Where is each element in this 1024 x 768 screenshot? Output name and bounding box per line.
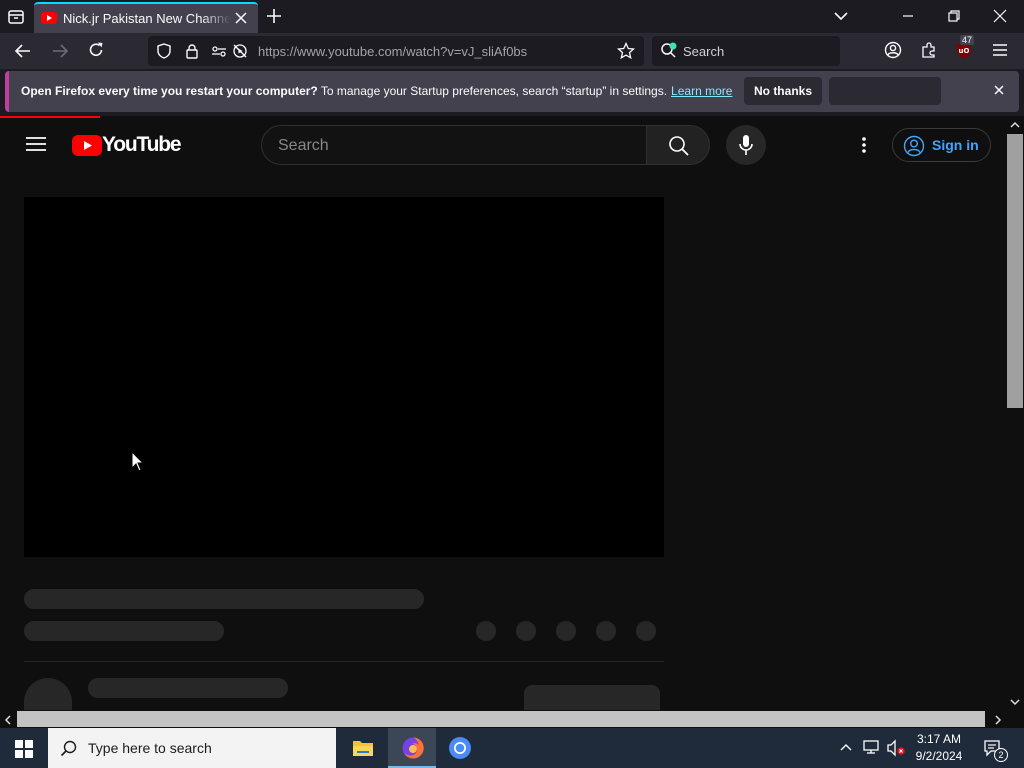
scroll-left-icon[interactable] bbox=[3, 714, 13, 726]
chromium-icon[interactable] bbox=[448, 736, 472, 760]
windows-start-icon[interactable] bbox=[15, 740, 33, 758]
navigation-toolbar: https://www.youtube.com/watch?v=vJ_sliAf… bbox=[0, 33, 1024, 69]
extension-badge: 47 bbox=[960, 35, 975, 45]
clock-date[interactable]: 9/2/2024 bbox=[912, 749, 966, 763]
back-icon[interactable] bbox=[14, 42, 32, 60]
bookmark-star-icon[interactable] bbox=[617, 42, 635, 60]
youtube-search-placeholder: Search bbox=[278, 137, 329, 154]
reload-icon[interactable] bbox=[87, 41, 105, 59]
search-engine-icon[interactable] bbox=[660, 42, 678, 60]
scroll-up-icon[interactable] bbox=[1009, 120, 1021, 130]
notification-secondary-button[interactable] bbox=[829, 77, 941, 105]
notification-text: To manage your Startup preferences, sear… bbox=[317, 84, 668, 98]
youtube-search-button[interactable] bbox=[646, 125, 710, 165]
divider bbox=[24, 661, 664, 662]
youtube-search-input[interactable]: Search bbox=[261, 125, 647, 165]
sign-in-button[interactable]: Sign in bbox=[892, 128, 991, 162]
network-icon[interactable] bbox=[862, 739, 880, 755]
file-explorer-icon[interactable] bbox=[352, 738, 374, 758]
vertical-scroll-thumb[interactable] bbox=[1007, 134, 1023, 408]
microphone-icon bbox=[738, 134, 754, 156]
svg-text:uO: uO bbox=[959, 47, 970, 55]
more-options-icon[interactable] bbox=[854, 135, 874, 155]
show-hidden-icons-icon[interactable] bbox=[839, 741, 853, 753]
startup-notification: Open Firefox every time you restart your… bbox=[5, 71, 1019, 112]
lock-icon[interactable] bbox=[184, 43, 200, 59]
search-bar-placeholder: Search bbox=[683, 44, 725, 59]
firefox-taskbar-button[interactable] bbox=[388, 728, 436, 768]
shield-icon[interactable] bbox=[156, 43, 172, 59]
notification-bold-text: Open Firefox every time you restart your… bbox=[21, 84, 318, 98]
horizontal-scrollbar[interactable] bbox=[0, 710, 1006, 728]
youtube-favicon-icon bbox=[41, 11, 57, 25]
user-circle-icon bbox=[903, 135, 925, 157]
search-icon bbox=[60, 739, 78, 757]
search-icon bbox=[668, 135, 690, 157]
notification-message: Open Firefox every time you restart your… bbox=[21, 84, 732, 98]
list-all-tabs-icon[interactable] bbox=[6, 7, 26, 27]
action-skeleton bbox=[636, 621, 656, 641]
scroll-right-icon[interactable] bbox=[993, 714, 1003, 726]
url-text[interactable]: https://www.youtube.com/watch?v=vJ_sliAf… bbox=[258, 44, 527, 59]
subscribe-skeleton bbox=[524, 685, 660, 710]
youtube-header: YouTube Search Sign in bbox=[0, 118, 1006, 174]
close-tab-icon[interactable] bbox=[234, 11, 248, 25]
learn-more-link[interactable]: Learn more bbox=[671, 84, 732, 98]
notification-count-badge: 2 bbox=[994, 748, 1008, 762]
title-skeleton bbox=[24, 589, 424, 609]
restore-icon[interactable] bbox=[947, 9, 961, 23]
taskbar-search-box[interactable]: Type here to search bbox=[48, 728, 336, 768]
taskbar-search-placeholder: Type here to search bbox=[88, 740, 212, 756]
clock-time[interactable]: 3:17 AM bbox=[912, 732, 966, 746]
permissions-icon[interactable] bbox=[211, 43, 227, 59]
action-skeleton bbox=[476, 621, 496, 641]
action-skeleton bbox=[556, 621, 576, 641]
chevron-down-icon[interactable] bbox=[833, 9, 849, 23]
firefox-icon bbox=[401, 736, 425, 760]
vertical-scrollbar[interactable] bbox=[1006, 118, 1024, 710]
extensions-icon[interactable] bbox=[920, 41, 938, 59]
menu-hamburger-icon[interactable] bbox=[991, 41, 1009, 59]
channel-skeleton bbox=[88, 678, 288, 698]
tab-strip: Nick.jr Pakistan New Channel Co bbox=[0, 0, 1024, 33]
close-notification-icon[interactable] bbox=[993, 84, 1005, 96]
mouse-cursor-icon bbox=[131, 451, 145, 473]
scroll-down-icon[interactable] bbox=[1009, 697, 1021, 707]
forward-icon[interactable] bbox=[51, 42, 69, 60]
action-skeleton bbox=[516, 621, 536, 641]
no-thanks-button[interactable]: No thanks bbox=[744, 77, 822, 105]
url-bar[interactable]: https://www.youtube.com/watch?v=vJ_sliAf… bbox=[148, 36, 644, 66]
horizontal-scroll-thumb[interactable] bbox=[17, 711, 985, 727]
tab-title: Nick.jr Pakistan New Channel Co bbox=[63, 11, 231, 26]
youtube-logo-text[interactable]: YouTube bbox=[102, 133, 182, 157]
avatar-skeleton bbox=[24, 678, 72, 710]
voice-search-button[interactable] bbox=[726, 125, 766, 165]
guide-menu-icon[interactable] bbox=[26, 136, 46, 152]
sign-in-label: Sign in bbox=[932, 137, 979, 153]
close-window-icon[interactable] bbox=[993, 9, 1007, 23]
scroll-corner bbox=[1006, 710, 1024, 728]
account-icon[interactable] bbox=[884, 41, 902, 59]
new-tab-icon[interactable] bbox=[266, 8, 282, 24]
youtube-logo-icon[interactable] bbox=[72, 135, 102, 156]
action-skeleton bbox=[596, 621, 616, 641]
volume-muted-icon[interactable] bbox=[886, 739, 906, 757]
search-bar[interactable]: Search bbox=[652, 36, 840, 66]
minimize-icon[interactable] bbox=[901, 9, 915, 23]
autoplay-blocked-icon[interactable] bbox=[232, 43, 248, 59]
video-player[interactable] bbox=[24, 197, 664, 557]
meta-skeleton bbox=[24, 621, 224, 641]
tab-youtube[interactable]: Nick.jr Pakistan New Channel Co bbox=[34, 2, 258, 33]
windows-taskbar: Type here to search 3:17 AM 9/2/2024 2 bbox=[0, 728, 1024, 768]
